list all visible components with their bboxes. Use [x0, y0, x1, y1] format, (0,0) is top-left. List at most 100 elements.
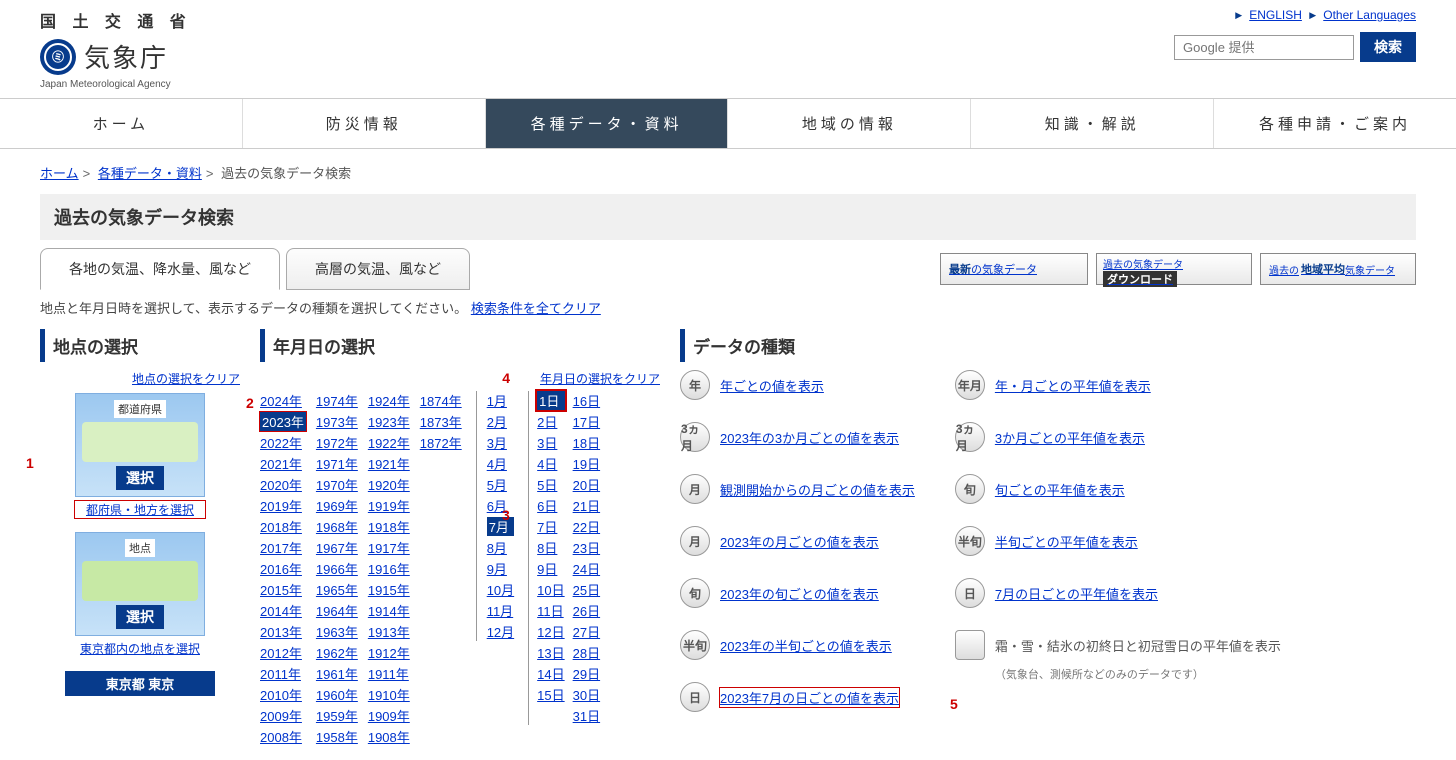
nav-item-2[interactable]: 各種データ・資料: [485, 99, 728, 148]
year-link[interactable]: 1968年: [316, 517, 358, 536]
year-link[interactable]: 2020年: [260, 475, 306, 494]
year-link[interactable]: 2017年: [260, 538, 306, 557]
day-link[interactable]: 2日: [537, 412, 564, 431]
day-link[interactable]: 6日: [537, 496, 564, 515]
data-type-link[interactable]: 旬ごとの平年値を表示: [995, 480, 1125, 499]
nav-item-0[interactable]: ホーム: [0, 99, 242, 148]
english-link[interactable]: ENGLISH: [1249, 8, 1302, 22]
day-link[interactable]: 11日: [537, 601, 564, 620]
year-link[interactable]: 1961年: [316, 664, 358, 683]
day-link[interactable]: 29日: [573, 664, 600, 683]
day-link[interactable]: 8日: [537, 538, 564, 557]
banner-download-past[interactable]: 過去の気象データダウンロード: [1096, 253, 1252, 285]
year-link[interactable]: 1973年: [316, 412, 358, 431]
nav-item-1[interactable]: 防災情報: [242, 99, 485, 148]
year-link[interactable]: 1922年: [368, 433, 410, 452]
day-link[interactable]: 28日: [573, 643, 600, 662]
data-type-link[interactable]: 2023年7月の日ごとの値を表示: [720, 688, 899, 707]
month-link[interactable]: 6月: [487, 496, 514, 515]
day-link[interactable]: 10日: [537, 580, 564, 599]
data-type-link[interactable]: 年ごとの値を表示: [720, 376, 824, 395]
month-link[interactable]: 9月: [487, 559, 514, 578]
year-link[interactable]: 2022年: [260, 433, 306, 452]
month-link[interactable]: 3月: [487, 433, 514, 452]
year-link[interactable]: 2021年: [260, 454, 306, 473]
year-link[interactable]: 1965年: [316, 580, 358, 599]
year-link[interactable]: 1917年: [368, 538, 410, 557]
year-link[interactable]: 1962年: [316, 643, 358, 662]
year-link[interactable]: 1912年: [368, 643, 410, 662]
year-link[interactable]: 1914年: [368, 601, 410, 620]
year-link[interactable]: 2024年: [260, 391, 306, 410]
data-type-link[interactable]: 年・月ごとの平年値を表示: [995, 376, 1151, 395]
year-link[interactable]: 2010年: [260, 685, 306, 704]
data-type-link[interactable]: 2023年の旬ごとの値を表示: [720, 584, 879, 603]
month-link[interactable]: 7月: [487, 517, 514, 536]
year-link[interactable]: 2016年: [260, 559, 306, 578]
select-station-link[interactable]: 東京都内の地点を選択: [80, 642, 200, 656]
data-type-link[interactable]: 2023年の月ごとの値を表示: [720, 532, 879, 551]
year-link[interactable]: 1970年: [316, 475, 358, 494]
year-link[interactable]: 1910年: [368, 685, 410, 704]
year-link[interactable]: 1919年: [368, 496, 410, 515]
data-type-link[interactable]: 観測開始からの月ごとの値を表示: [720, 480, 915, 499]
day-link[interactable]: 30日: [573, 685, 600, 704]
day-link[interactable]: 19日: [573, 454, 600, 473]
search-input[interactable]: [1174, 35, 1354, 60]
day-link[interactable]: 22日: [573, 517, 600, 536]
year-link[interactable]: 1873年: [420, 412, 462, 431]
year-link[interactable]: 1974年: [316, 391, 358, 410]
day-link[interactable]: 1日: [537, 391, 564, 410]
day-link[interactable]: 4日: [537, 454, 564, 473]
year-link[interactable]: 2015年: [260, 580, 306, 599]
day-link[interactable]: 13日: [537, 643, 564, 662]
month-link[interactable]: 2月: [487, 412, 514, 431]
year-link[interactable]: 1971年: [316, 454, 358, 473]
data-type-link[interactable]: 3か月ごとの平年値を表示: [995, 428, 1145, 447]
day-link[interactable]: 15日: [537, 685, 564, 704]
day-link[interactable]: 25日: [573, 580, 600, 599]
month-link[interactable]: 11月: [487, 601, 514, 620]
month-link[interactable]: 10月: [487, 580, 514, 599]
year-link[interactable]: 1911年: [368, 664, 410, 683]
year-link[interactable]: 1921年: [368, 454, 410, 473]
year-link[interactable]: 1920年: [368, 475, 410, 494]
year-link[interactable]: 1908年: [368, 727, 410, 746]
data-type-link[interactable]: 7月の日ごとの平年値を表示: [995, 584, 1158, 603]
data-type-link[interactable]: 2023年の半旬ごとの値を表示: [720, 636, 892, 655]
year-link[interactable]: 1874年: [420, 391, 462, 410]
data-type-link[interactable]: 2023年の3か月ごとの値を表示: [720, 428, 899, 447]
month-link[interactable]: 4月: [487, 454, 514, 473]
year-link[interactable]: 2014年: [260, 601, 306, 620]
day-link[interactable]: 26日: [573, 601, 600, 620]
tab-surface[interactable]: 各地の気温、降水量、風など: [40, 248, 280, 290]
year-link[interactable]: 2011年: [260, 664, 306, 683]
year-link[interactable]: 1967年: [316, 538, 358, 557]
day-link[interactable]: 5日: [537, 475, 564, 494]
search-button[interactable]: 検索: [1360, 32, 1416, 62]
year-link[interactable]: 1913年: [368, 622, 410, 641]
select-prefecture-link[interactable]: 都府県・地方を選択: [86, 503, 194, 517]
year-link[interactable]: 1959年: [316, 706, 358, 725]
clear-date-link[interactable]: 年月日の選択をクリア: [540, 370, 660, 387]
nav-item-4[interactable]: 知識・解説: [970, 99, 1213, 148]
year-link[interactable]: 1924年: [368, 391, 410, 410]
day-link[interactable]: 27日: [573, 622, 600, 641]
year-link[interactable]: 2012年: [260, 643, 306, 662]
breadcrumb-level2[interactable]: 各種データ・資料: [98, 166, 202, 181]
year-link[interactable]: 2018年: [260, 517, 306, 536]
day-link[interactable]: 14日: [537, 664, 564, 683]
day-link[interactable]: 21日: [573, 496, 600, 515]
year-link[interactable]: 1909年: [368, 706, 410, 725]
day-link[interactable]: 17日: [573, 412, 600, 431]
year-link[interactable]: 2023年: [260, 412, 306, 431]
banner-regional-avg[interactable]: 過去の地域平均気象データ: [1260, 253, 1416, 285]
month-link[interactable]: 8月: [487, 538, 514, 557]
day-link[interactable]: 31日: [573, 706, 600, 725]
year-link[interactable]: 2019年: [260, 496, 306, 515]
month-link[interactable]: 5月: [487, 475, 514, 494]
nav-item-5[interactable]: 各種申請・ご案内: [1213, 99, 1456, 148]
day-link[interactable]: 3日: [537, 433, 564, 452]
day-link[interactable]: 16日: [573, 391, 600, 410]
day-link[interactable]: 24日: [573, 559, 600, 578]
